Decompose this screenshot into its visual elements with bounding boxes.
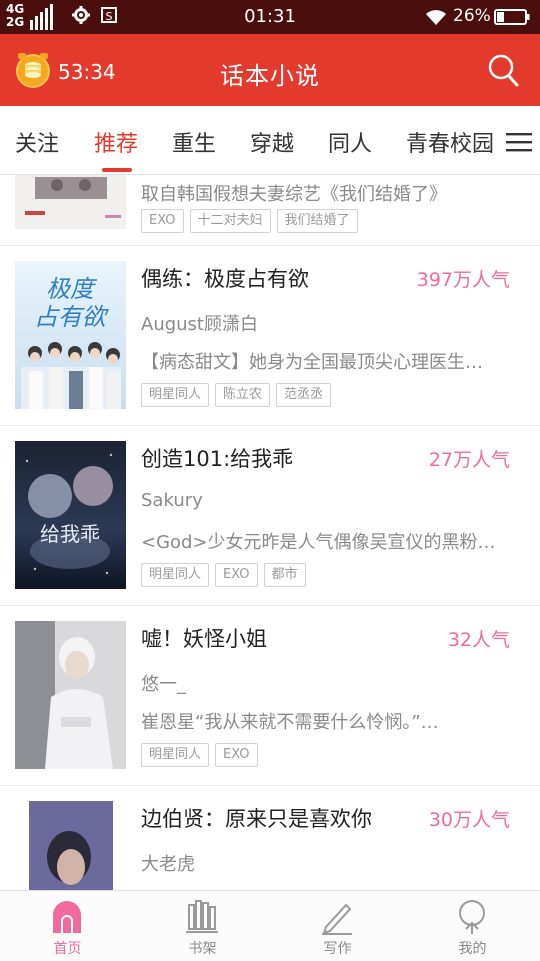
book-cover [15, 175, 126, 229]
home-icon [53, 901, 81, 933]
book-cover-art [29, 801, 113, 890]
book-author[interactable]: 悠一_ [141, 670, 186, 696]
book-tag[interactable]: 十二对夫妇 [189, 209, 271, 233]
nav-label: 写作 [323, 941, 352, 957]
svg-text:给我乖: 给我乖 [40, 522, 100, 546]
pen-icon [322, 903, 352, 935]
book-tag[interactable]: EXO [141, 209, 184, 233]
book-tag[interactable]: 明星同人 [141, 383, 210, 407]
book-tag[interactable]: 明星同人 [141, 743, 210, 767]
book-popularity: 397万人气 [416, 269, 510, 291]
bookshelf-icon [186, 900, 218, 933]
book-cover-art: 给我乖 [15, 441, 126, 589]
book-description: 【病态甜文】她身为全国最顶尖心理医生… [141, 352, 483, 373]
tab-follow[interactable]: 关注 [15, 126, 59, 158]
book-author[interactable]: Sakury [141, 490, 203, 511]
nav-label: 我的 [458, 941, 487, 957]
book-description: <God>少女元昨是人气偶像吴宣仪的黑粉… [141, 532, 496, 553]
book-tag[interactable]: 我们结婚了 [276, 209, 358, 233]
book-title[interactable]: 边伯贤：原来只是喜欢你 [141, 803, 372, 833]
tab-time-travel[interactable]: 穿越 [250, 126, 294, 158]
nav-label: 书架 [188, 941, 217, 957]
book-tags: 明星同人 EXO [141, 743, 264, 769]
book-item[interactable]: 极度 占有欲 偶练：极度占有欲 397万人气 August顾潇白 【病态甜文】她… [0, 245, 540, 426]
book-popularity: 32人气 [447, 629, 510, 651]
book-cover [15, 621, 126, 769]
nav-profile[interactable]: 我的 [405, 891, 540, 961]
book-tags: 明星同人 陈立农 范丞丞 [141, 383, 337, 409]
book-tag[interactable]: 都市 [263, 563, 306, 587]
book-popularity: 27万人气 [428, 449, 510, 471]
book-title[interactable]: 偶练：极度占有欲 [141, 263, 309, 293]
nav-label: 首页 [53, 941, 82, 957]
book-author[interactable]: 大老虎 [141, 850, 195, 876]
search-icon[interactable] [486, 52, 520, 88]
tab-fan-fiction[interactable]: 同人 [328, 126, 372, 158]
tab-campus[interactable]: 青春校园 [406, 126, 494, 158]
book-popularity: 30万人气 [428, 809, 510, 831]
book-item[interactable]: 嘘！妖怪小姐 32人气 悠一_ 崔恩星“我从来就不需要什么怜悯。”… 明星同人 E… [0, 605, 540, 786]
category-tabs: 关注 推荐 重生 穿越 同人 青春校园 [0, 106, 540, 175]
profile-icon [459, 900, 485, 934]
book-tags: 明星同人 EXO 都市 [141, 563, 312, 589]
tab-recommended[interactable]: 推荐 [94, 126, 138, 158]
status-bar: 4G 2G S 01:31 26% [0, 0, 540, 34]
book-author[interactable]: August顾潇白 [141, 310, 258, 336]
book-cover: 极度 占有欲 [15, 261, 126, 409]
battery-icon [494, 9, 530, 25]
book-item[interactable]: 取自韩国假想夫妻综艺《我们结婚了》 EXO 十二对夫妇 我们结婚了 [0, 175, 540, 246]
book-title[interactable]: 创造101:给我乖 [141, 443, 293, 473]
book-description: 取自韩国假想夫妻综艺《我们结婚了》 [141, 184, 447, 205]
nav-bookshelf[interactable]: 书架 [135, 891, 270, 961]
book-description: 崔恩星“我从来就不需要什么怜悯。”… [141, 712, 439, 733]
svg-text:占有欲: 占有欲 [34, 303, 110, 331]
book-tag[interactable]: EXO [215, 563, 258, 587]
book-tags: EXO 十二对夫妇 我们结婚了 [141, 209, 364, 235]
book-tag[interactable]: 陈立农 [215, 383, 271, 407]
tab-rebirth[interactable]: 重生 [172, 126, 216, 158]
book-cover [29, 801, 113, 890]
nav-home[interactable]: 首页 [0, 891, 135, 961]
book-tag[interactable]: 明星同人 [141, 563, 210, 587]
svg-text:极度: 极度 [46, 275, 98, 303]
book-title[interactable]: 嘘！妖怪小姐 [141, 623, 267, 653]
app-header: 53:34 话本小说 [0, 34, 540, 106]
menu-icon[interactable] [506, 132, 532, 152]
book-tag[interactable]: EXO [215, 743, 258, 767]
book-list: 取自韩国假想夫妻综艺《我们结婚了》 EXO十二对夫妇我们结婚了 极度 占有欲 [0, 175, 540, 890]
wifi-icon [426, 10, 446, 25]
book-tag[interactable]: 范丞丞 [276, 383, 332, 407]
book-item[interactable]: 边伯贤：原来只是喜欢你 30万人气 大老虎 [0, 785, 540, 890]
book-item[interactable]: 给我乖 创造101:给我乖 27万人气 Sakury <God>少女元昨是人气偶… [0, 425, 540, 606]
app-title: 话本小说 [220, 62, 320, 90]
book-cover-art [15, 621, 126, 769]
battery-percent: 26% [453, 6, 491, 26]
bottom-navigation: 首页 书架 写作 我的 [0, 890, 540, 961]
book-cover-art [15, 175, 126, 229]
nav-write[interactable]: 写作 [270, 891, 405, 961]
book-cover: 给我乖 [15, 441, 126, 589]
active-tab-indicator [102, 168, 132, 172]
book-cover-art: 极度 占有欲 [15, 261, 126, 409]
